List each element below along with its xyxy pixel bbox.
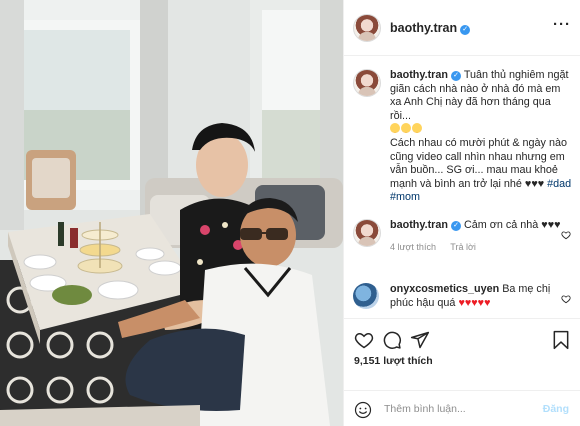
emoji-row xyxy=(390,123,423,135)
sad-emoji-icon xyxy=(412,123,422,134)
author-handle[interactable]: baothy.tran ✓ xyxy=(390,21,471,35)
sad-emoji-icon xyxy=(401,123,411,134)
comment-input[interactable] xyxy=(384,400,534,418)
comment-text: onyxcosmetics_uyen Ba mẹ chị phúc hậu qu… xyxy=(390,283,573,310)
caption-text: baothy.tran ✓ Tuân thủ nghiêm ngặt giãn c… xyxy=(390,69,573,205)
likes-count[interactable]: 9,151 lượt thích xyxy=(354,355,433,367)
reply-button[interactable]: Trả lời xyxy=(450,242,476,252)
comment-author[interactable]: baothy.tran xyxy=(390,219,448,231)
verified-badge-icon: ✓ xyxy=(451,221,461,231)
caption-author-avatar[interactable] xyxy=(353,69,381,97)
post-comment-button[interactable]: Đăng xyxy=(543,403,569,415)
sad-emoji-icon xyxy=(390,123,400,134)
bookmark-icon[interactable] xyxy=(551,330,571,350)
paper-plane-icon[interactable] xyxy=(410,330,430,350)
post-side-panel: baothy.tran ✓ ··· baothy.tran ✓ Tuân thủ n… xyxy=(343,0,580,426)
comment-likes-count[interactable]: 4 lượt thích xyxy=(390,242,436,252)
caption-author[interactable]: baothy.tran xyxy=(390,69,448,81)
caption: baothy.tran ✓ Tuân thủ nghiêm ngặt giãn c… xyxy=(353,69,573,205)
post-header: baothy.tran ✓ ··· xyxy=(344,0,580,56)
author-avatar[interactable] xyxy=(353,13,381,42)
hashtag-dad[interactable]: #dad xyxy=(547,178,571,190)
heart-icon[interactable] xyxy=(354,330,374,350)
comment-composer: Đăng xyxy=(344,390,580,426)
comment-author[interactable]: onyxcosmetics_uyen xyxy=(390,283,499,295)
action-bar: 9,151 lượt thích xyxy=(344,318,580,378)
commenter-avatar[interactable] xyxy=(353,219,381,247)
comments-list: baothy.tran ✓ Tuân thủ nghiêm ngặt giãn c… xyxy=(344,57,580,318)
comment-icon[interactable] xyxy=(382,330,402,350)
smiley-icon[interactable] xyxy=(354,401,372,419)
verified-badge-icon: ✓ xyxy=(451,71,461,81)
comment-item: onyxcosmetics_uyen Ba mẹ chị phúc hậu qu… xyxy=(353,283,573,310)
comment-text: baothy.tran ✓ Cảm ơn cả nhà ♥♥♥ xyxy=(390,219,573,233)
ellipsis-icon[interactable]: ··· xyxy=(553,17,571,32)
hashtag-mom[interactable]: #mom xyxy=(390,191,420,203)
comment-meta: 4 lượt thích Trả lời xyxy=(390,242,573,252)
verified-badge-icon: ✓ xyxy=(460,24,471,35)
comment-message: Cảm ơn cả nhà ♥♥♥ xyxy=(464,219,561,231)
post-photo[interactable] xyxy=(0,0,343,426)
comment-item: baothy.tran ✓ Cảm ơn cả nhà ♥♥♥ 4 lượt th… xyxy=(353,219,573,252)
heart-icon[interactable] xyxy=(561,294,571,304)
commenter-avatar[interactable] xyxy=(353,283,379,309)
heart-emojis: ♥♥♥♥♥ xyxy=(458,296,491,309)
heart-icon[interactable] xyxy=(561,230,571,240)
family-photo-illustration xyxy=(0,0,343,426)
caption-line2: Cách nhau có mười phút & ngày nào cũng v… xyxy=(390,136,567,190)
